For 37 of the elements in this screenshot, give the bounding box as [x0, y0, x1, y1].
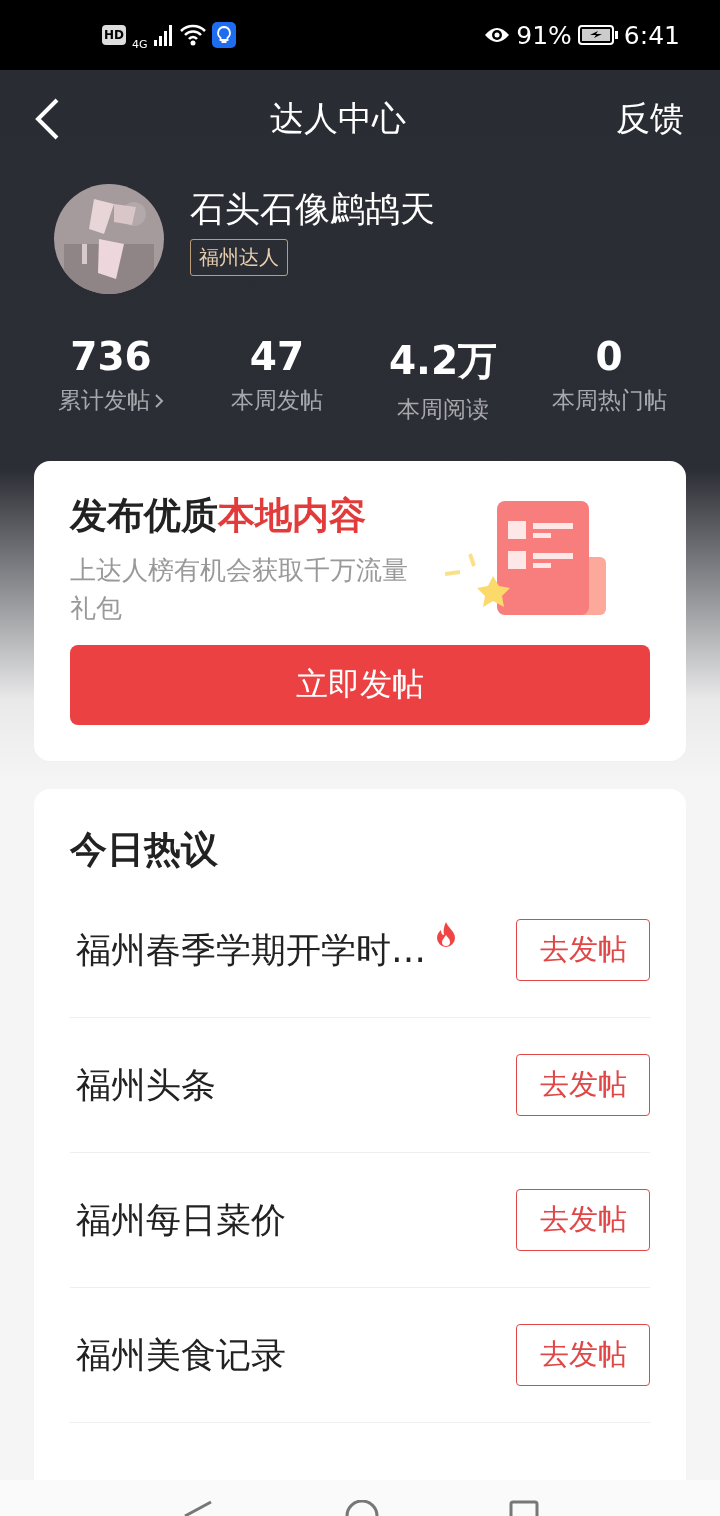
topic-title: 福州美食记录: [75, 1333, 286, 1377]
stat-link[interactable]: 累计发帖: [58, 385, 164, 416]
stat-value: 736: [70, 334, 152, 379]
battery-charging-icon: [577, 25, 618, 45]
topic-title: 福州头条: [75, 1063, 216, 1107]
stat-label: 本周热门帖: [551, 386, 667, 415]
lightbulb-icon: [211, 22, 236, 48]
expert-tag: 福州达人: [190, 239, 288, 276]
stat-value: 0: [595, 334, 623, 379]
battery-percent: 91%: [516, 20, 572, 50]
go-post-button[interactable]: 去发帖: [516, 1324, 650, 1386]
signal-icon: [153, 24, 174, 46]
go-post-button[interactable]: 去发帖: [516, 1054, 650, 1116]
topic-title: 福州每日菜价: [75, 1198, 286, 1242]
post-now-button[interactable]: 立即发帖: [70, 645, 650, 725]
go-post-button[interactable]: 去发帖: [516, 919, 650, 981]
stat-value: 4.2万: [388, 337, 498, 385]
promo-subtitle: 上达人榜有机会获取千万流量礼包: [70, 554, 409, 625]
go-post-button[interactable]: 去发帖: [516, 1189, 650, 1251]
eye-icon: [484, 26, 511, 44]
back-button[interactable]: [34, 98, 60, 140]
stat-value: 47: [249, 334, 305, 379]
home-nav-icon[interactable]: [345, 1500, 379, 1516]
stat-label: 本周发帖: [231, 386, 323, 415]
topic-title: 福州春季学期开学时…: [75, 928, 426, 972]
page-title: 达人中心: [269, 97, 407, 140]
section-title: 今日热议: [70, 827, 219, 873]
clock-time: 6:41: [623, 20, 680, 50]
wifi-icon: [179, 24, 206, 46]
chevron-icon: [154, 391, 164, 410]
stat-label: 本周阅读: [397, 395, 489, 424]
recents-nav-icon[interactable]: [509, 1500, 539, 1516]
network-type: 4G: [132, 37, 148, 51]
hd-indicator: HD: [102, 25, 126, 45]
user-name: 石头石像鹧鸪天: [190, 188, 435, 231]
promo-title: 发布优质本地内容: [70, 493, 367, 539]
feedback-link[interactable]: 反馈: [616, 96, 684, 142]
